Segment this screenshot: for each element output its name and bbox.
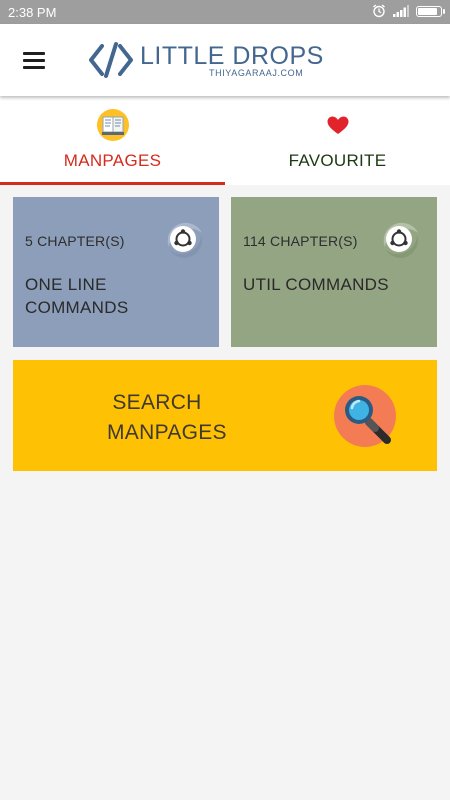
ubuntu-icon <box>383 222 419 258</box>
card-one-line-commands[interactable]: 5 CHAPTER(S) ONE LINE COMMANDS <box>13 197 219 347</box>
code-brackets-icon <box>89 42 133 78</box>
heart-icon <box>322 109 354 141</box>
notebook-icon <box>97 109 129 141</box>
status-time: 2:38 PM <box>8 5 57 20</box>
magnifier-icon <box>334 385 396 447</box>
search-manpages-button[interactable]: SEARCH MANPAGES <box>13 360 437 471</box>
hamburger-menu-icon[interactable] <box>18 46 52 74</box>
card-title: ONE LINE COMMANDS <box>25 273 128 319</box>
status-bar: 2:38 PM <box>0 0 450 24</box>
tab-manpages[interactable]: MANPAGES <box>0 96 225 185</box>
card-util-commands[interactable]: 114 CHAPTER(S) UTIL COMMANDS <box>231 197 437 347</box>
card-title-line: COMMANDS <box>25 298 129 317</box>
app-bar: LITTLE DROPS THIYAGARAAJ.COM <box>0 24 450 96</box>
battery-level <box>418 7 437 15</box>
card-title: UTIL COMMANDS <box>243 273 389 296</box>
tab-manpages-label: MANPAGES <box>63 151 162 170</box>
tab-favourite[interactable]: FAVOURITE <box>225 96 450 185</box>
tab-bar: MANPAGES FAVOURITE <box>0 96 450 185</box>
card-chapter-count: 5 CHAPTER(S) <box>25 233 125 249</box>
signal-icon <box>393 5 409 17</box>
ubuntu-icon <box>167 222 203 258</box>
app-logo: LITTLE DROPS THIYAGARAAJ.COM <box>88 38 323 82</box>
logo-title: LITTLE DROPS <box>140 42 324 70</box>
search-label-line: MANPAGES <box>107 421 227 444</box>
battery-icon <box>416 5 445 17</box>
search-label-line: SEARCH <box>112 391 202 414</box>
status-icons <box>372 4 445 18</box>
tab-selected-indicator <box>0 182 225 185</box>
search-label: SEARCH MANPAGES <box>107 388 227 448</box>
alarm-icon <box>373 4 385 18</box>
card-chapter-count: 114 CHAPTER(S) <box>243 233 358 249</box>
card-title-line: UTIL COMMANDS <box>243 275 389 294</box>
logo-subtitle: THIYAGARAAJ.COM <box>209 68 304 78</box>
tab-favourite-label: FAVOURITE <box>288 151 387 170</box>
card-title-line: ONE LINE <box>25 275 107 294</box>
